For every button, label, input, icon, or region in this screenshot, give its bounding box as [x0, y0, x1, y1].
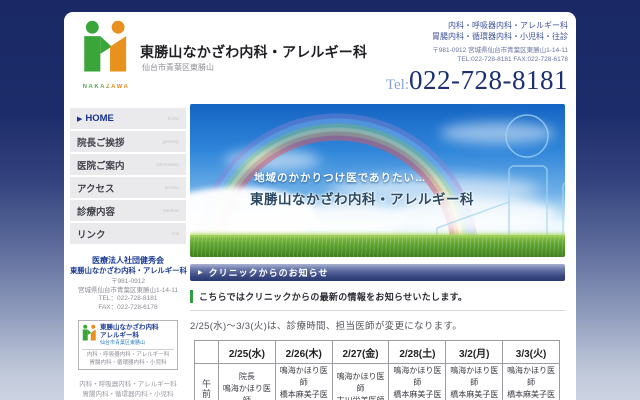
schedule-cell: 鳴海かほり医師 橋本麻美子医師 [446, 364, 503, 400]
sidebar-item-home[interactable]: ▶HOME home [70, 108, 186, 129]
clinic-name: 東勝山なかざわ内科・アレルギー科 [70, 266, 186, 276]
banner-name-1: 東勝山なかざわ内科 [100, 324, 159, 332]
col-date: 3/2(月) [446, 341, 503, 364]
clinic-address: 宮城県仙台市青葉区東勝山1-14-11 [70, 287, 186, 296]
sidebar-item-clinic-guide[interactable]: 医院ご案内 information [70, 154, 186, 175]
hero-image: 地域のかかりつけ医でありたい… 東勝山なかざわ内科・アレルギー科 [190, 104, 565, 257]
active-arrow-icon: ▶ [77, 115, 82, 123]
header-telfax: TEL:022-728-8181 FAX:022-728-6178 [386, 56, 568, 65]
sidebar: ▶HOME home 院長ご挨拶 greeting 医院ご案内 informat… [70, 108, 186, 399]
news-intro-wrap: こちらではクリニックからの最新の情報をお知らせいたします。 [190, 290, 565, 311]
menu-label: 医院ご案内 [77, 158, 125, 172]
clinic-banner[interactable]: 東勝山なかざわ内科 アレルギー科 仙台市青葉区東勝山 内科・呼吸器内科・アレルギ… [78, 320, 178, 370]
menu-label: アクセス [77, 181, 115, 195]
col-date: 2/27(金) [332, 341, 389, 364]
menu-label: 診療内容 [77, 204, 115, 218]
menu-sublabel: greeting [163, 139, 179, 144]
grass [190, 235, 565, 257]
sidebar-item-access[interactable]: アクセス access [70, 177, 186, 198]
corner-cell [195, 341, 219, 364]
menu-label: リンク [77, 227, 106, 241]
news-arrow-icon: ▶ [198, 269, 204, 276]
schedule-cell: 鳴海かほり医師 橋本麻美子医師 [275, 364, 332, 400]
sidebar-item-medical[interactable]: 診療内容 medical [70, 200, 186, 221]
banner-departments-2: 胃腸内科・循環器内科・小児科 [82, 360, 174, 368]
banner-name-2: アレルギー科 [100, 332, 159, 340]
banner-subtitle: 仙台市青葉区東勝山 [100, 340, 159, 347]
col-date: 3/3(火) [503, 341, 560, 364]
sidebar-departments-2: 胃腸内科・循環器内科・小児科 [70, 390, 186, 400]
browser-viewport: NAKAZAWA 東勝山なかざわ内科・アレルギー科 仙台市青葉区東勝山 内科・呼… [0, 0, 640, 400]
menu-label: HOME [85, 113, 114, 124]
menu-label: 院長ご挨拶 [77, 135, 125, 149]
schedule-cell: 鳴海かほり医師 古川栄美医師 [332, 364, 389, 400]
schedule-cell: 鳴海かほり医師 橋本麻美子医師 [389, 364, 446, 400]
news-intro: こちらではクリニックからの最新の情報をお知らせいたします。 [190, 290, 565, 303]
clinic-tel: TEL：022-728-8181 [70, 295, 186, 304]
sidebar-item-greeting[interactable]: 院長ご挨拶 greeting [70, 131, 186, 152]
menu-sublabel: medical [163, 208, 179, 213]
phone-number: 022-728-8181 [409, 65, 568, 95]
menu-sublabel: home [168, 116, 179, 121]
schedule-cell: 院長 鳴海かほり医師 [219, 364, 276, 400]
news-section-header: ▶ クリニックからのお知らせ [190, 264, 565, 281]
banner-logo-icon [82, 324, 97, 343]
menu-sublabel: link [172, 231, 179, 236]
col-date: 2/26(木) [275, 341, 332, 364]
clinic-logo-icon [81, 20, 131, 78]
site-page: NAKAZAWA 東勝山なかざわ内科・アレルギー科 仙台市青葉区東勝山 内科・呼… [64, 12, 576, 400]
header-departments-2: 胃腸内科・循環器内科・小児科・往診 [386, 32, 568, 43]
row-label-am: 午前 [195, 364, 219, 400]
hero-tagline: 地域のかかりつけ医でありたい… [254, 170, 474, 185]
sidebar-departments: 内科・呼吸器内科・アレルギー科 胃腸内科・循環器内科・小児科 [70, 380, 186, 399]
sidebar-item-link[interactable]: リンク link [70, 223, 186, 244]
header-contact-block: 内科・呼吸器内科・アレルギー科 胃腸内科・循環器内科・小児科・往診 〒981-0… [386, 21, 568, 96]
news-heading: クリニックからのお知らせ [209, 266, 329, 279]
page-title: 東勝山なかざわ内科・アレルギー科 [140, 42, 367, 62]
header-address: 〒981-0912 宮城県仙台市青葉区東勝山1-14-11 [386, 47, 568, 56]
page-subtitle: 仙台市青葉区東勝山 [142, 62, 214, 73]
col-date: 2/28(土) [389, 341, 446, 364]
header-departments-1: 内科・呼吸器内科・アレルギー科 [386, 21, 568, 32]
menu-sublabel: information [157, 162, 179, 167]
main-content: 地域のかかりつけ医でありたい… 東勝山なかざわ内科・アレルギー科 ▶ クリニック… [190, 104, 565, 400]
sidebar-clinic-info: 医療法人社団健秀会 東勝山なかざわ内科・アレルギー科 〒981-0912 宮城県… [70, 256, 186, 312]
schedule-row-am: 午前 院長 鳴海かほり医師 鳴海かほり医師 橋本麻美子医師 鳴海かほり医師 古川… [195, 364, 560, 400]
menu-sublabel: access [165, 185, 179, 190]
banner-departments-1: 内科・呼吸器内科・アレルギー科 [82, 352, 174, 360]
clinic-zip: 〒981-0912 [70, 278, 186, 287]
schedule-cell: 鳴海かほり医師 橋本麻美子医師 [503, 364, 560, 400]
news-notice: 2/25(水)～3/3(火)は、診療時間、担当医師が変更になります。 [190, 318, 565, 332]
clinic-fax: FAX：022-728-6178 [70, 304, 186, 313]
header-phone: Tel:022-728-8181 [386, 65, 568, 96]
clinic-logo[interactable]: NAKAZAWA [77, 20, 135, 90]
doctor-schedule-table: 2/25(水) 2/26(木) 2/27(金) 2/28(土) 3/2(月) 3… [194, 340, 560, 400]
phone-label: Tel: [386, 77, 409, 93]
sidebar-departments-1: 内科・呼吸器内科・アレルギー科 [70, 380, 186, 390]
logo-wordmark: NAKAZAWA [77, 84, 135, 90]
hero-clinic-name: 東勝山なかざわ内科・アレルギー科 [250, 188, 474, 208]
hero-catchcopy: 地域のかかりつけ医でありたい… 東勝山なかざわ内科・アレルギー科 [250, 170, 474, 208]
col-date: 2/25(水) [219, 341, 276, 364]
clinic-corporate-name: 医療法人社団健秀会 [70, 256, 186, 266]
schedule-header-row: 2/25(水) 2/26(木) 2/27(金) 2/28(土) 3/2(月) 3… [195, 341, 560, 364]
